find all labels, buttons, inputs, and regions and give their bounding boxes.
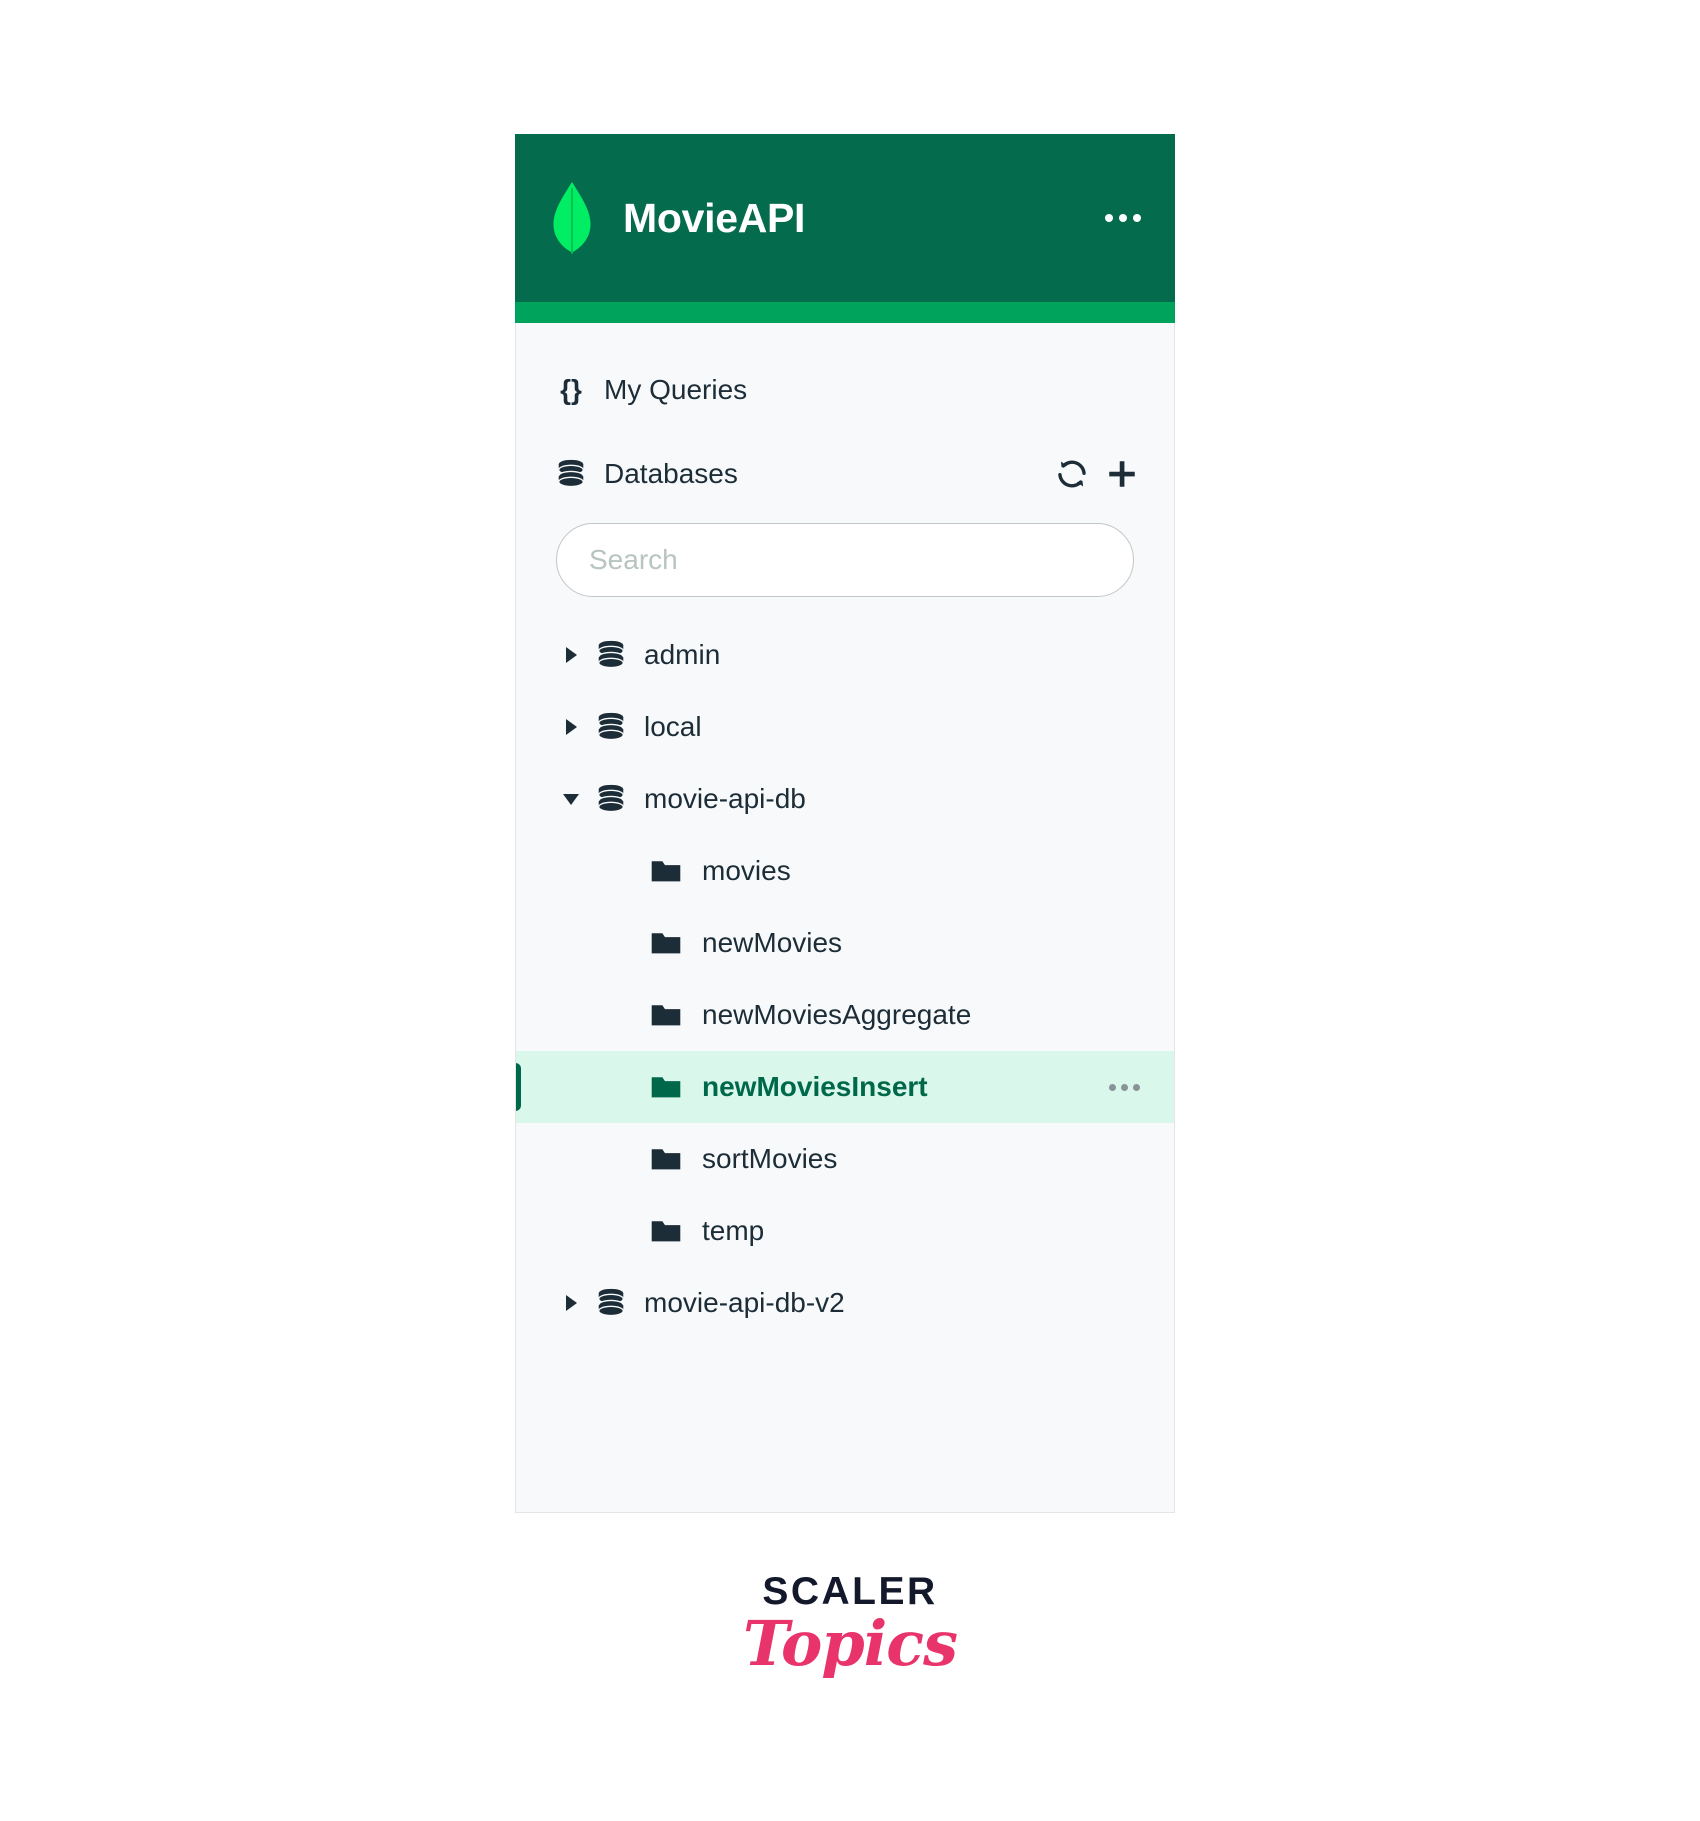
refresh-icon[interactable] [1050,452,1094,496]
header-ellipsis-icon[interactable] [1099,200,1147,236]
sidebar-item-my-queries[interactable]: {} My Queries [516,359,1174,421]
tree-row-local[interactable]: local [516,691,1174,763]
caret-right-icon[interactable] [556,712,586,742]
search-container [516,505,1174,597]
folder-icon [651,861,681,882]
sidebar-panel: {} My Queries Databases Search admin loc… [515,323,1175,1513]
database-stack-icon [598,1288,624,1317]
tree-item-label: local [644,711,702,742]
tree-row-newmovies[interactable]: newMovies [516,907,1174,979]
folder-icon [651,1221,681,1242]
scaler-topics-watermark: SCALER Topics [0,1572,1700,1675]
database-stack-icon [558,459,584,488]
app-title: MovieAPI [623,194,806,241]
app-header: MovieAPI [515,134,1175,302]
tree-row-newmoviesaggregate[interactable]: newMoviesAggregate [516,979,1174,1051]
tree-item-label: admin [644,639,721,670]
mongodb-leaf-icon [553,182,591,254]
header-accent-strip [515,302,1175,323]
database-tree: admin local movie-api-db movies newMovie… [516,619,1174,1339]
databases-label: Databases [604,458,738,489]
tree-row-temp[interactable]: temp [516,1195,1174,1267]
caret-right-icon[interactable] [556,1288,586,1318]
folder-icon [651,1149,681,1170]
collection-ellipsis-icon[interactable] [1099,1070,1174,1105]
selected-indicator-bar [516,1063,521,1111]
tree-item-label: newMovies [702,927,843,958]
tree-item-label: sortMovies [702,1143,838,1174]
tree-row-movie-api-db-v2[interactable]: movie-api-db-v2 [516,1267,1174,1339]
mongodb-compass-sidebar: MovieAPI {} My Queries Databases Search … [515,134,1175,1513]
watermark-topics-text: Topics [743,1607,958,1680]
search-input[interactable] [556,523,1134,597]
tree-item-label: movie-api-db-v2 [644,1287,845,1318]
tree-item-label: temp [702,1215,765,1246]
braces-icon: {} [560,374,582,405]
tree-row-movie-api-db[interactable]: movie-api-db [516,763,1174,835]
tree-row-newmoviesinsert[interactable]: newMoviesInsert [516,1051,1174,1123]
database-stack-icon [598,784,624,813]
tree-item-label: newMoviesInsert [702,1071,928,1102]
tree-row-movies[interactable]: movies [516,835,1174,907]
folder-icon [651,933,681,954]
folder-icon [651,1005,681,1026]
tree-row-sortmovies[interactable]: sortMovies [516,1123,1174,1195]
tree-item-label: movies [702,855,791,886]
my-queries-label: My Queries [604,374,748,405]
database-stack-icon [598,640,624,669]
sidebar-item-databases[interactable]: Databases [516,443,1174,505]
watermark-scaler-text: SCALER [762,1570,938,1613]
tree-item-label: newMoviesAggregate [702,999,972,1030]
caret-down-icon[interactable] [556,784,586,814]
tree-row-admin[interactable]: admin [516,619,1174,691]
caret-right-icon[interactable] [556,640,586,670]
tree-item-label: movie-api-db [644,783,806,814]
plus-icon[interactable] [1100,452,1144,496]
folder-icon [651,1077,681,1098]
database-stack-icon [598,712,624,741]
